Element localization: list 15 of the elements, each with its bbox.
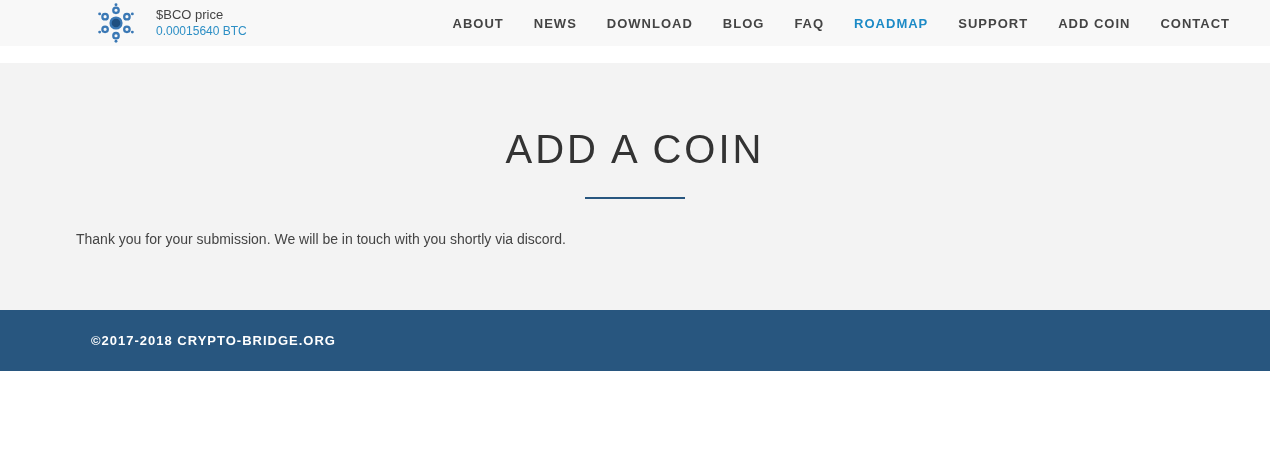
nav-link[interactable]: ROADMAP: [854, 15, 929, 31]
nav-link[interactable]: NEWS: [533, 15, 577, 31]
price-value: 0.00015640 BTC: [156, 23, 247, 39]
nav-link[interactable]: BLOG: [722, 15, 765, 31]
nav-link[interactable]: ADD COIN: [1058, 15, 1131, 31]
copyright-text: ©2017-2018 CRYPTO-BRIDGE.ORG: [91, 333, 336, 348]
nav-link[interactable]: SUPPORT: [958, 15, 1029, 31]
price-label: $BCO price: [156, 7, 225, 23]
nav-link[interactable]: DOWNLOAD: [606, 15, 693, 31]
page-title: ADD A COIN: [505, 126, 765, 173]
logo-icon: [96, 1, 136, 45]
nav-link[interactable]: CONTACT: [1160, 15, 1230, 31]
nav-link[interactable]: FAQ: [794, 15, 825, 31]
nav-link[interactable]: ABOUT: [452, 15, 504, 31]
confirmation-message: Thank you for your submission. We will be in touch with you shortly via discord.: [76, 231, 566, 247]
